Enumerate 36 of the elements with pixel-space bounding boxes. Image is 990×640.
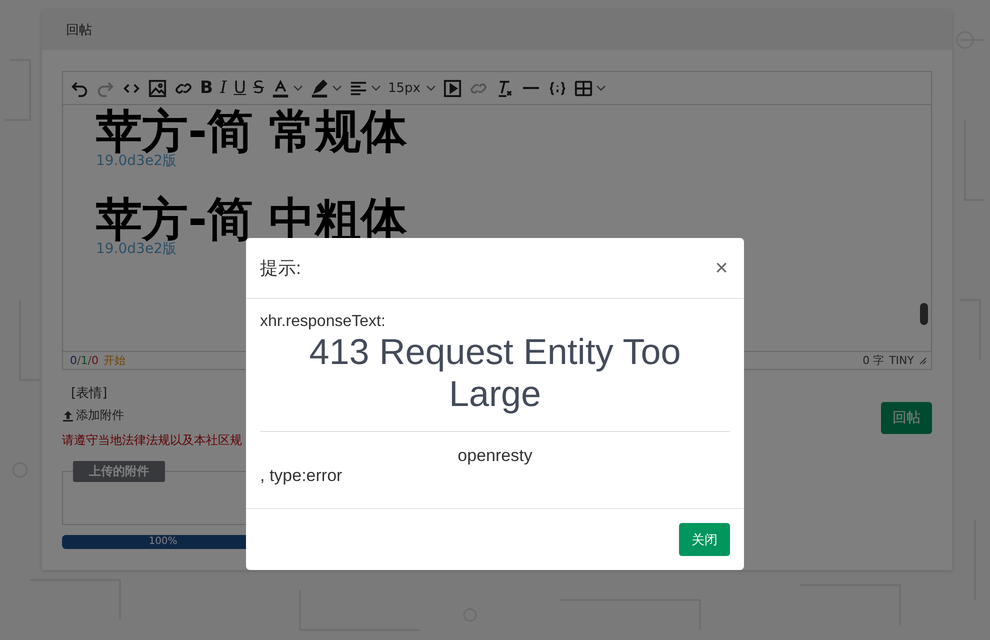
progress-label: 100% (148, 535, 178, 549)
caret-icon (370, 85, 381, 91)
highlighter-icon (310, 78, 329, 98)
close-dialog-button[interactable]: 关闭 (679, 523, 730, 556)
underline-button[interactable]: U (230, 75, 250, 101)
caret-icon (596, 85, 606, 91)
notice-text: 请遵守当地法律法规以及本社区规 (62, 432, 242, 449)
word-count: 0 字 (862, 353, 884, 368)
font-size-dropdown[interactable]: 15px (384, 75, 440, 101)
caret-icon (292, 85, 303, 91)
bold-button[interactable]: B (197, 75, 216, 101)
attachments-legend: 上传的附件 (73, 461, 165, 482)
image-icon (148, 78, 167, 98)
server-name: openresty (456, 446, 534, 466)
panel-title: 回帖 (66, 22, 92, 39)
error-type: , type:error (260, 466, 344, 486)
close-button[interactable]: × (713, 255, 730, 281)
text-color-icon (270, 78, 290, 98)
emoji-link[interactable]: [表情] (71, 384, 242, 402)
italic-button[interactable]: I (216, 75, 230, 101)
add-attachment-link[interactable]: 添加附件 (62, 407, 242, 424)
error-heading: 413 Request Entity Too Large (308, 331, 682, 415)
response-label: xhr.responseText: (260, 313, 386, 331)
dialog-title: 提示: (260, 257, 302, 280)
brand-label: TINY (889, 354, 914, 367)
table-icon (574, 78, 594, 98)
horizontal-line-icon (523, 87, 540, 89)
caret-icon (426, 85, 436, 91)
play-icon (443, 78, 462, 98)
start-label: 开始 (103, 353, 126, 368)
reply-button[interactable]: 回帖 (881, 402, 932, 434)
strike-button[interactable]: S (250, 75, 267, 101)
upload-icon (62, 410, 74, 422)
resize-handle-icon[interactable] (919, 356, 927, 364)
caret-icon (332, 85, 342, 91)
status-counts: 0/1/0 (70, 354, 98, 367)
